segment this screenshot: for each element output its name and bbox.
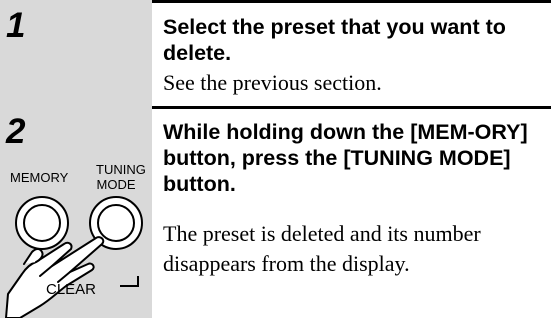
step-number: 1 bbox=[6, 6, 26, 45]
clear-label: CLEAR bbox=[46, 281, 97, 298]
step-number-column: 1 bbox=[0, 0, 152, 106]
step-body: The preset is deleted and its number dis… bbox=[163, 221, 481, 276]
step-number-column: 2 MEMORY TUNING MODE CLEAR bbox=[0, 106, 152, 318]
step-body: See the previous section. bbox=[163, 70, 382, 95]
button-illustration: MEMORY TUNING MODE CLEAR bbox=[0, 106, 152, 318]
hand-icon bbox=[5, 236, 105, 318]
step-row-1: 1 Select the preset that you want to del… bbox=[0, 0, 551, 106]
step-row-2: 2 MEMORY TUNING MODE CLEAR While holding… bbox=[0, 106, 551, 318]
step-content: Select the preset that you want to delet… bbox=[163, 0, 543, 106]
step-heading: While holding down the [MEM-ORY] button,… bbox=[163, 120, 528, 196]
step-content: While holding down the [MEM-ORY] button,… bbox=[163, 106, 543, 318]
step-heading: Select the preset that you want to delet… bbox=[163, 15, 506, 65]
memory-button-icon bbox=[15, 196, 69, 250]
